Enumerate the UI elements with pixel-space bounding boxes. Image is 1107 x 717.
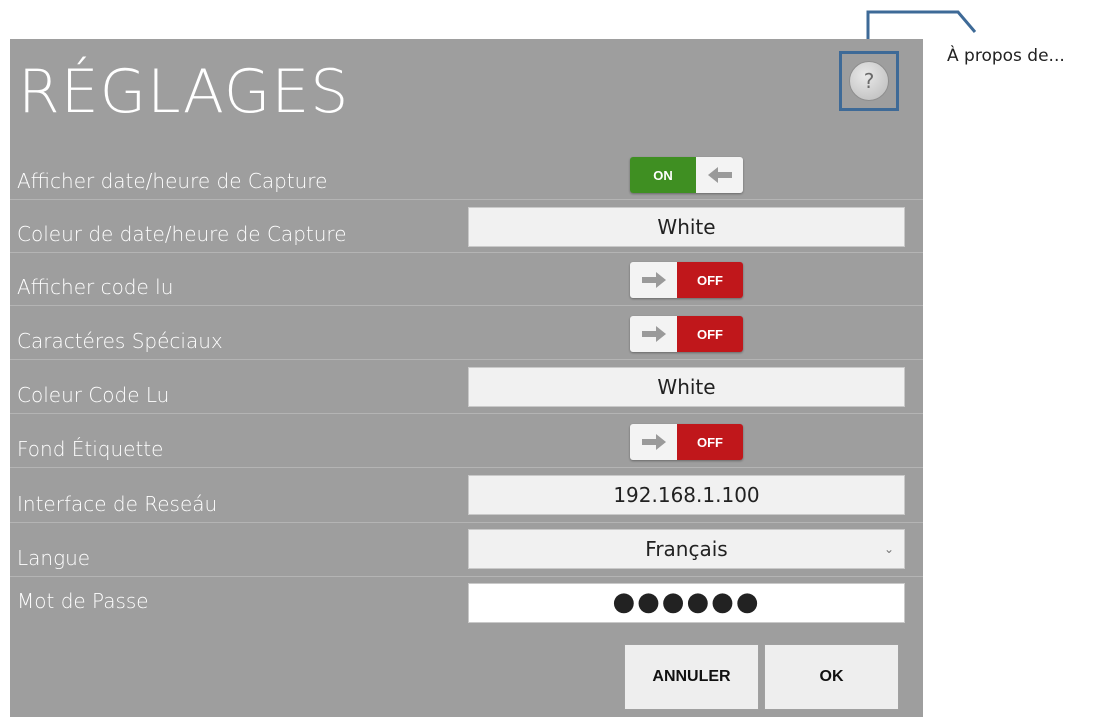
setting-label: Coleur Code Lu — [17, 383, 170, 407]
setting-row-show-read-code: Afficher code lu OFF — [10, 253, 923, 306]
setting-label: Interface de Reseáu — [17, 492, 218, 516]
arrow-right-icon — [630, 424, 677, 460]
toggle-state: ON — [630, 157, 696, 193]
network-interface-field[interactable]: 192.168.1.100 — [468, 475, 905, 515]
chevron-down-icon: ⌄ — [883, 542, 894, 556]
settings-dialog: RÉGLAGES ? Afficher date/heure de Captur… — [10, 39, 923, 717]
setting-row-network-interface: Interface de Reseáu 192.168.1.100 — [10, 468, 923, 523]
setting-label: Afficher code lu — [17, 275, 174, 299]
page-title: RÉGLAGES — [18, 57, 350, 127]
setting-row-password: Mot de Passe ●●●●●● — [10, 577, 923, 627]
arrow-right-icon — [630, 316, 677, 352]
setting-row-label-background: Fond Étiquette OFF — [10, 414, 923, 468]
show-read-code-toggle[interactable]: OFF — [630, 262, 743, 298]
label-background-toggle[interactable]: OFF — [630, 424, 743, 460]
setting-row-read-code-color: Coleur Code Lu White — [10, 360, 923, 414]
setting-label: Mot de Passe — [17, 589, 149, 613]
setting-label: Coleur de date/heure de Capture — [17, 222, 347, 246]
capture-datetime-color-select[interactable]: White — [468, 207, 905, 247]
ok-button[interactable]: OK — [764, 644, 899, 710]
setting-label: Langue — [17, 546, 91, 570]
setting-label: Afficher date/heure de Capture — [17, 169, 328, 193]
arrow-right-icon — [630, 262, 677, 298]
setting-row-language: Langue Français ⌄ — [10, 523, 923, 577]
special-chars-toggle[interactable]: OFF — [630, 316, 743, 352]
setting-row-capture-datetime-color: Coleur de date/heure de Capture White — [10, 200, 923, 253]
language-select[interactable]: Français ⌄ — [468, 529, 905, 569]
language-value: Français — [645, 537, 728, 561]
setting-label: Fond Étiquette — [17, 437, 164, 461]
callout-about-text: À propos de... — [947, 46, 1065, 66]
show-capture-datetime-toggle[interactable]: ON — [630, 157, 743, 193]
question-icon: ? — [849, 61, 889, 101]
arrow-left-icon — [696, 157, 743, 193]
password-field[interactable]: ●●●●●● — [468, 583, 905, 623]
setting-row-show-capture-datetime: Afficher date/heure de Capture ON — [10, 149, 923, 200]
help-button[interactable]: ? — [839, 51, 899, 111]
setting-row-special-chars: Caractéres Spéciaux OFF — [10, 306, 923, 360]
toggle-state: OFF — [677, 424, 743, 460]
setting-label: Caractéres Spéciaux — [17, 329, 223, 353]
toggle-state: OFF — [677, 316, 743, 352]
toggle-state: OFF — [677, 262, 743, 298]
cancel-button[interactable]: ANNULER — [624, 644, 759, 710]
read-code-color-select[interactable]: White — [468, 367, 905, 407]
